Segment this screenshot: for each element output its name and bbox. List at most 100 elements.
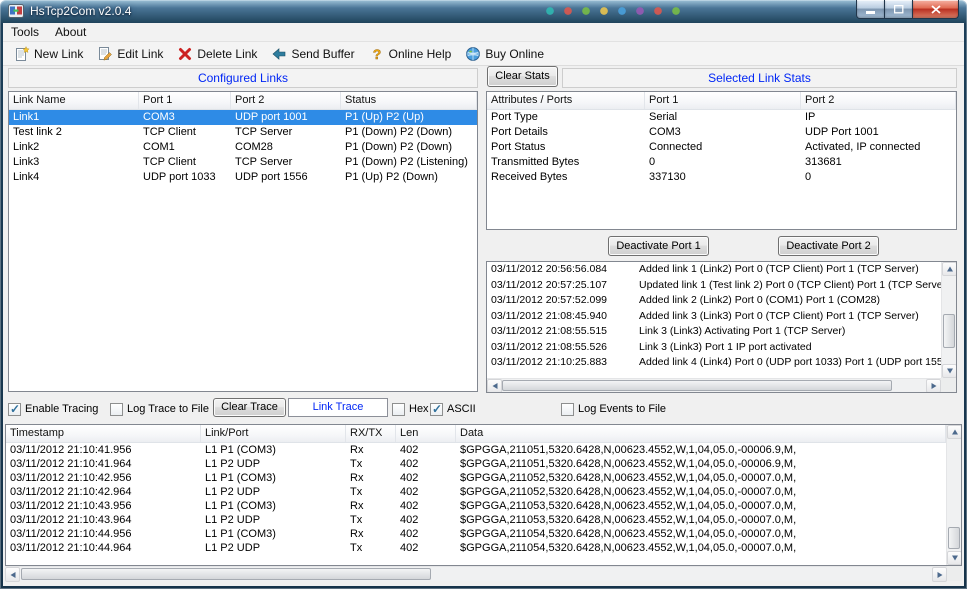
link-port2-cell: TCP Server [231,155,341,170]
trace-row[interactable]: 03/11/2012 21:10:43.964 L1 P2 UDP Tx 402… [6,513,946,527]
event-log: 03/11/2012 20:56:56.084 Added link 1 (Li… [486,261,957,393]
column-header-port1[interactable]: Port 1 [139,92,231,109]
scroll-down-arrow[interactable] [947,551,962,565]
app-window: HsTcp2Com v2.0.4 Tools About New [0,0,967,589]
event-log-entry[interactable]: 03/11/2012 20:57:52.099 Added link 2 (Li… [487,293,941,309]
trace-row[interactable]: 03/11/2012 21:10:42.964 L1 P2 UDP Tx 402… [6,485,946,499]
deactivate-port2-button[interactable]: Deactivate Port 2 [778,236,879,256]
column-header-link-port[interactable]: Link/Port [201,425,346,442]
event-message-cell: Updated link 1 (Test link 2) Port 0 (TCP… [635,278,941,294]
trace-data-cell: $GPGGA,211054,5320.6428,N,00623.4552,W,1… [456,541,946,555]
column-header-data[interactable]: Data [456,425,946,442]
app-icon [8,3,24,19]
window-title: HsTcp2Com v2.0.4 [30,4,131,18]
stats-row[interactable]: Transmitted Bytes 0 313681 [487,155,956,170]
event-log-hscrollbar[interactable] [487,378,941,392]
event-log-entry[interactable]: 03/11/2012 20:57:25.107 Updated link 1 (… [487,278,941,294]
column-header-timestamp[interactable]: Timestamp [6,425,201,442]
column-header-link-name[interactable]: Link Name [9,92,139,109]
clear-stats-button[interactable]: Clear Stats [487,66,558,87]
column-header-status[interactable]: Status [341,92,477,109]
event-message-cell: Link 3 (Link3) Port 1 IP port activated [635,340,941,356]
close-button[interactable] [912,0,959,19]
ascii-checkbox-box[interactable] [430,403,443,416]
trace-rxtx-cell: Rx [346,443,396,457]
column-header-attributes[interactable]: Attributes / Ports [487,92,645,109]
trace-row[interactable]: 03/11/2012 21:10:44.964 L1 P2 UDP Tx 402… [6,541,946,555]
link-row[interactable]: Link1 COM3 UDP port 1001 P1 (Up) P2 (Up) [9,110,477,125]
log-events-checkbox-box[interactable] [561,403,574,416]
scroll-left-arrow[interactable] [487,379,502,393]
event-log-vscrollbar[interactable] [941,262,956,378]
event-log-entry[interactable]: 03/11/2012 20:56:56.084 Added link 1 (Li… [487,262,941,278]
event-log-vscroll-thumb[interactable] [943,314,955,348]
trace-row[interactable]: 03/11/2012 21:10:43.956 L1 P1 (COM3) Rx … [6,499,946,513]
trace-rxtx-cell: Tx [346,541,396,555]
stats-row[interactable]: Received Bytes 337130 0 [487,170,956,185]
trace-data-cell: $GPGGA,211053,5320.6428,N,00623.4552,W,1… [456,513,946,527]
column-header-len[interactable]: Len [396,425,456,442]
maximize-button[interactable] [885,0,912,19]
log-events-to-file-checkbox[interactable]: Log Events to File [561,402,666,416]
trace-row[interactable]: 03/11/2012 21:10:42.956 L1 P1 (COM3) Rx … [6,471,946,485]
scroll-up-arrow[interactable] [947,425,962,439]
trace-row[interactable]: 03/11/2012 21:10:44.956 L1 P1 (COM3) Rx … [6,527,946,541]
scroll-right-arrow[interactable] [932,567,947,582]
stats-row[interactable]: Port Type Serial IP [487,110,956,125]
trace-rxtx-cell: Tx [346,513,396,527]
deactivate-port1-button[interactable]: Deactivate Port 1 [608,236,709,256]
link-row[interactable]: Test link 2 TCP Client TCP Server P1 (Do… [9,125,477,140]
scroll-up-arrow[interactable] [942,262,957,276]
stats-row[interactable]: Port Details COM3 UDP Port 1001 [487,125,956,140]
column-header-stats-port2[interactable]: Port 2 [801,92,956,109]
column-header-stats-port1[interactable]: Port 1 [645,92,801,109]
stats-port2-cell: 313681 [801,155,956,170]
enable-tracing-checkbox[interactable]: Enable Tracing [8,402,98,416]
titlebar[interactable]: HsTcp2Com v2.0.4 [0,0,967,23]
hex-checkbox[interactable]: Hex [392,402,429,416]
ascii-checkbox[interactable]: ASCII [430,402,476,416]
scroll-right-arrow[interactable] [926,379,941,393]
trace-link-port-cell: L1 P2 UDP [201,513,346,527]
event-log-entry[interactable]: 03/11/2012 21:08:45.940 Added link 3 (Li… [487,309,941,325]
log-trace-to-file-checkbox[interactable]: Log Trace to File [110,402,209,416]
minimize-button[interactable] [856,0,885,19]
link-row[interactable]: Link2 COM1 COM28 P1 (Down) P2 (Down) [9,140,477,155]
configured-links-rows: Link1 COM3 UDP port 1001 P1 (Up) P2 (Up)… [9,110,477,185]
buy-online-button[interactable]: Buy Online [458,43,551,65]
trace-hscrollbar[interactable] [5,566,947,581]
trace-timestamp-cell: 03/11/2012 21:10:41.956 [6,443,201,457]
event-log-entry[interactable]: 03/11/2012 21:10:25.883 Added link 4 (Li… [487,355,941,371]
new-link-button[interactable]: New Link [7,43,90,65]
scroll-left-arrow[interactable] [5,567,20,582]
stats-row[interactable]: Port Status Connected Activated, IP conn… [487,140,956,155]
column-header-rxtx[interactable]: RX/TX [346,425,396,442]
stats-port1-cell: 337130 [645,170,801,185]
clear-trace-button[interactable]: Clear Trace [213,398,286,417]
scroll-down-arrow[interactable] [942,364,957,378]
link-row[interactable]: Link4 UDP port 1033 UDP port 1556 P1 (Up… [9,170,477,185]
log-trace-checkbox-box[interactable] [110,403,123,416]
trace-row[interactable]: 03/11/2012 21:10:41.956 L1 P1 (COM3) Rx … [6,443,946,457]
online-help-button[interactable]: ? Online Help [362,43,459,65]
trace-hscroll-thumb[interactable] [21,568,431,580]
menu-about[interactable]: About [47,23,94,41]
link-name-cell: Link2 [9,140,139,155]
edit-link-button[interactable]: Edit Link [90,43,170,65]
event-log-entry[interactable]: 03/11/2012 21:08:55.526 Link 3 (Link3) P… [487,340,941,356]
event-log-entry[interactable]: 03/11/2012 21:08:55.515 Link 3 (Link3) A… [487,324,941,340]
trace-vscrollbar[interactable] [946,425,961,565]
hex-label: Hex [409,403,429,415]
event-log-hscroll-thumb[interactable] [502,380,892,391]
trace-row[interactable]: 03/11/2012 21:10:41.964 L1 P2 UDP Tx 402… [6,457,946,471]
column-header-port2[interactable]: Port 2 [231,92,341,109]
event-time-cell: 03/11/2012 20:57:52.099 [487,293,635,309]
send-buffer-button[interactable]: Send Buffer [264,43,361,65]
delete-link-button[interactable]: Delete Link [170,43,264,65]
link-row[interactable]: Link3 TCP Client TCP Server P1 (Down) P2… [9,155,477,170]
trace-vscroll-thumb[interactable] [948,527,960,549]
hex-checkbox-box[interactable] [392,403,405,416]
enable-tracing-checkbox-box[interactable] [8,403,21,416]
new-link-label: New Link [34,47,83,61]
menu-tools[interactable]: Tools [3,23,47,41]
